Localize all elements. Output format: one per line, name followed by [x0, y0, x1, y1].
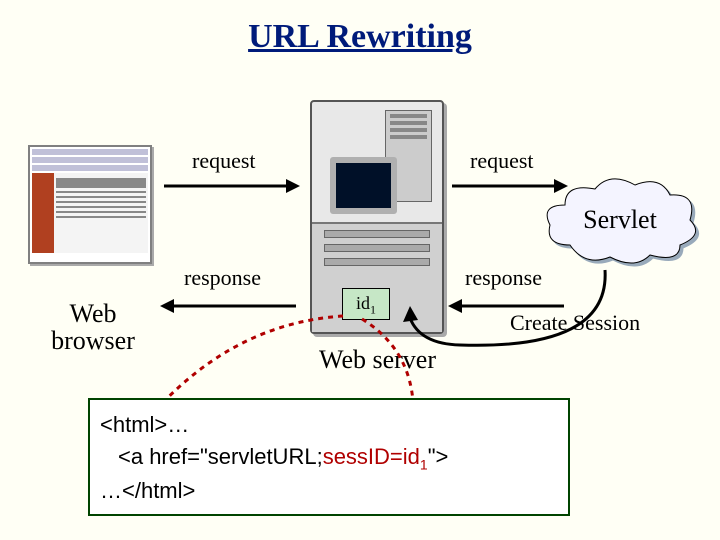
- request-left-label: request: [192, 148, 256, 174]
- request-left-arrow: [160, 176, 300, 196]
- code-line-1: <html>…: [100, 412, 558, 438]
- request-right-label: request: [470, 148, 534, 174]
- request-right-arrow: [448, 176, 568, 196]
- web-browser-graphic: [28, 145, 152, 264]
- response-left-label: response: [184, 265, 261, 291]
- code-line-3: …</html>: [100, 478, 558, 504]
- servlet-label: Servlet: [560, 205, 680, 235]
- page-title: URL Rewriting: [0, 18, 720, 56]
- html-code-box: <html>… <a href="servletURL;sessID=id1">…: [88, 398, 570, 516]
- code-line-2: <a href="servletURL;sessID=id1">: [100, 444, 558, 472]
